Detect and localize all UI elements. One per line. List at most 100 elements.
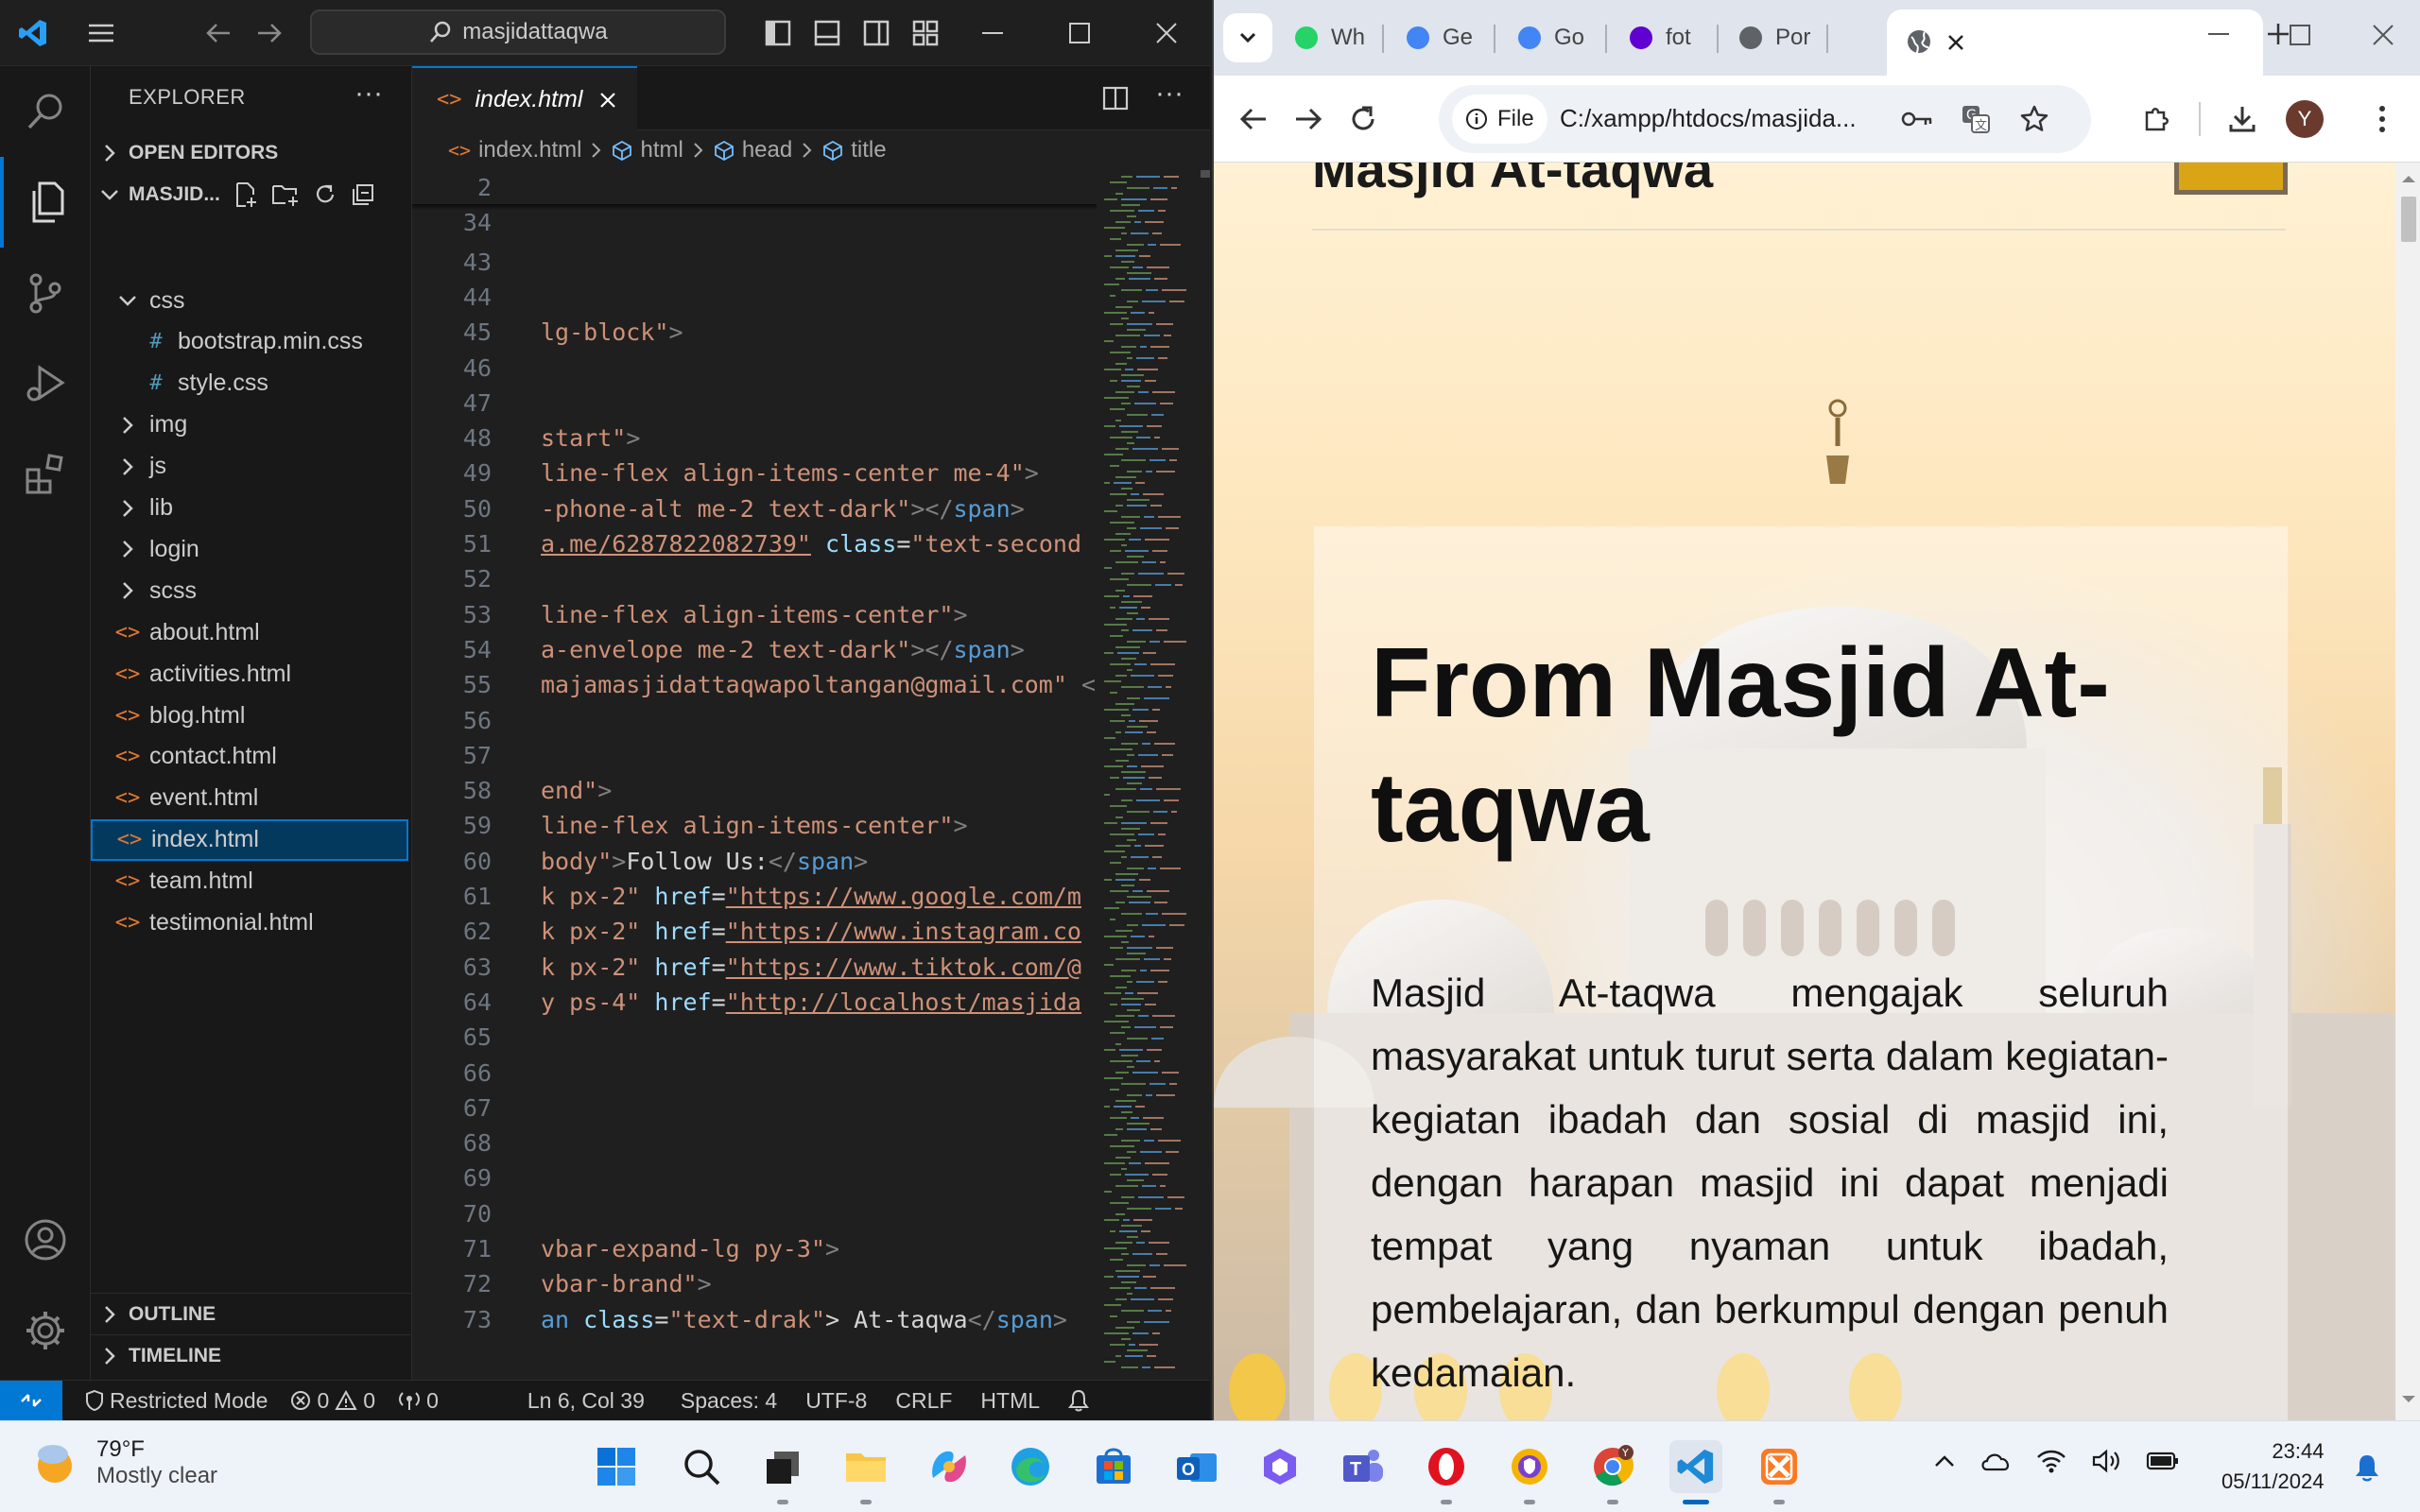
tree-item-login[interactable]: login	[91, 528, 408, 570]
tab-index-html[interactable]: <> index.html	[412, 66, 637, 131]
tree-item-blog-html[interactable]: <> blog.html	[91, 695, 408, 736]
toggle-secondary-sidebar-icon[interactable]	[856, 13, 896, 53]
code-line[interactable]: line-flex align-items-center">	[541, 601, 968, 628]
code-line[interactable]: a.me/6287822082739" class="text-second	[541, 530, 1081, 558]
ports-button[interactable]: 0	[398, 1388, 439, 1414]
code-line[interactable]: majamasjidattaqwapoltangan@gmail.com" <	[541, 671, 1096, 698]
onedrive-cloud-icon[interactable]	[1979, 1450, 2012, 1472]
browser-tab[interactable]: fot	[1611, 9, 1691, 66]
extensions-icon[interactable]	[0, 429, 91, 520]
source-control-icon[interactable]	[0, 248, 91, 338]
browser-minimize-button[interactable]	[2208, 32, 2229, 36]
accounts-icon[interactable]	[0, 1194, 91, 1285]
tree-item-css[interactable]: css	[91, 280, 408, 321]
tree-item-js[interactable]: js	[91, 446, 408, 488]
tree-item-testimonial-html[interactable]: <> testimonial.html	[91, 902, 408, 944]
language-mode[interactable]: HTML	[980, 1388, 1040, 1414]
teams-app[interactable]: T	[1337, 1440, 1390, 1493]
volume-icon[interactable]	[2091, 1448, 2121, 1474]
explorer-files-icon[interactable]	[0, 157, 91, 248]
tree-item-team-html[interactable]: <> team.html	[91, 861, 408, 902]
norton-app[interactable]	[1503, 1440, 1556, 1504]
code-editor[interactable]: 2 34 43 44 45 lg-block"> 46 47 48 start"> 49 line-f…	[412, 170, 1097, 1380]
tree-item-index-html[interactable]: <> index.html	[91, 818, 408, 861]
code-line[interactable]: line-flex align-items-center">	[541, 812, 968, 839]
chrome-app[interactable]: Y	[1586, 1440, 1639, 1504]
run-debug-icon[interactable]	[0, 338, 91, 429]
problems-button[interactable]: 0 0	[290, 1388, 375, 1414]
task-view-button[interactable]	[756, 1440, 809, 1504]
edge-app[interactable]	[1004, 1440, 1057, 1493]
taskbar-search-button[interactable]	[675, 1440, 728, 1493]
code-line[interactable]: lg-block">	[541, 318, 683, 346]
reload-button[interactable]	[1340, 96, 1386, 142]
browser-menu-icon[interactable]	[2360, 96, 2405, 142]
tree-item-about-html[interactable]: <> about.html	[91, 611, 408, 653]
breadcrumb-item[interactable]: title	[822, 137, 887, 163]
code-line[interactable]: vbar-brand">	[541, 1270, 712, 1297]
navbar-toggler-button[interactable]	[2174, 163, 2288, 195]
browser-tab[interactable]: Wh	[1276, 9, 1365, 66]
code-line[interactable]: vbar-expand-lg py-3">	[541, 1235, 839, 1263]
code-line[interactable]: line-flex align-items-center me-4">	[541, 459, 1039, 487]
line-ending[interactable]: CRLF	[895, 1388, 952, 1414]
split-editor-icon[interactable]	[1102, 85, 1129, 112]
copilot-365-app[interactable]	[1253, 1440, 1306, 1493]
code-line[interactable]: k px-2" href="https://www.instagram.co	[541, 918, 1081, 945]
xampp-app[interactable]	[1753, 1440, 1806, 1504]
outlook-app[interactable]: O	[1170, 1440, 1223, 1493]
remote-indicator-button[interactable]	[0, 1380, 62, 1421]
tab-search-button[interactable]	[1223, 13, 1272, 62]
settings-gear-icon[interactable]	[0, 1285, 91, 1376]
menu-icon[interactable]	[81, 13, 121, 53]
site-brand[interactable]: Masjid At-taqwa	[1312, 163, 1713, 199]
scroll-thumb[interactable]	[2401, 197, 2416, 242]
indentation[interactable]: Spaces: 4	[681, 1388, 777, 1414]
forward-arrow-icon[interactable]	[250, 13, 289, 53]
code-line[interactable]: an class="text-drak"> At-taqwa</span>	[541, 1306, 1067, 1333]
tree-item-contact-html[interactable]: <> contact.html	[91, 736, 408, 778]
new-file-icon[interactable]	[233, 181, 258, 208]
chevron-up-icon[interactable]	[1934, 1454, 1955, 1468]
back-arrow-icon[interactable]	[199, 13, 238, 53]
browser-forward-button[interactable]	[1286, 96, 1331, 142]
new-folder-icon[interactable]	[271, 182, 300, 207]
code-line[interactable]: body">Follow Us:</span>	[541, 848, 868, 875]
minimize-button[interactable]	[949, 0, 1036, 66]
page-scrollbar[interactable]	[2395, 163, 2420, 1420]
restricted-mode-button[interactable]: Restricted Mode	[85, 1388, 268, 1414]
downloads-icon[interactable]	[2220, 96, 2265, 142]
search-icon[interactable]	[0, 66, 91, 157]
password-key-icon[interactable]	[1900, 108, 1934, 130]
more-actions-icon[interactable]: ···	[354, 77, 383, 110]
code-line[interactable]: a-envelope me-2 text-dark"></span>	[541, 636, 1025, 663]
tree-item-style-css[interactable]: # style.css	[91, 363, 408, 404]
code-line[interactable]: start">	[541, 424, 640, 452]
tree-item-bootstrap-min-css[interactable]: # bootstrap.min.css	[91, 321, 408, 363]
tree-item-lib[interactable]: lib	[91, 488, 408, 529]
collapse-all-icon[interactable]	[351, 182, 375, 207]
editor-more-actions-icon[interactable]: ···	[1155, 77, 1184, 110]
open-editors-section[interactable]: OPEN EDITORS	[91, 132, 412, 174]
extensions-puzzle-icon[interactable]	[2135, 96, 2180, 142]
bookmark-star-icon[interactable]	[2019, 104, 2049, 134]
wifi-icon[interactable]	[2036, 1449, 2066, 1473]
timeline-section[interactable]: TIMELINE	[91, 1334, 412, 1376]
code-line[interactable]: -phone-alt me-2 text-dark"></span>	[541, 495, 1025, 523]
toggle-primary-sidebar-icon[interactable]	[758, 13, 798, 53]
profile-avatar[interactable]: Y	[2286, 100, 2324, 138]
vscode-app[interactable]	[1669, 1440, 1722, 1504]
cursor-position[interactable]: Ln 6, Col 39	[527, 1388, 645, 1414]
tree-item-event-html[interactable]: <> event.html	[91, 778, 408, 819]
browser-back-button[interactable]	[1231, 96, 1276, 142]
outline-section[interactable]: OUTLINE	[91, 1293, 412, 1334]
browser-maximize-button[interactable]	[2290, 25, 2310, 45]
close-icon[interactable]	[1947, 34, 1964, 51]
toggle-panel-icon[interactable]	[807, 13, 847, 53]
customize-layout-icon[interactable]	[906, 13, 945, 53]
minimap[interactable]	[1097, 170, 1201, 1380]
code-line[interactable]: end">	[541, 777, 612, 804]
browser-tab[interactable]: Ge	[1388, 9, 1473, 66]
breadcrumb-item[interactable]: html	[612, 137, 683, 163]
browser-close-button[interactable]	[2373, 25, 2394, 45]
